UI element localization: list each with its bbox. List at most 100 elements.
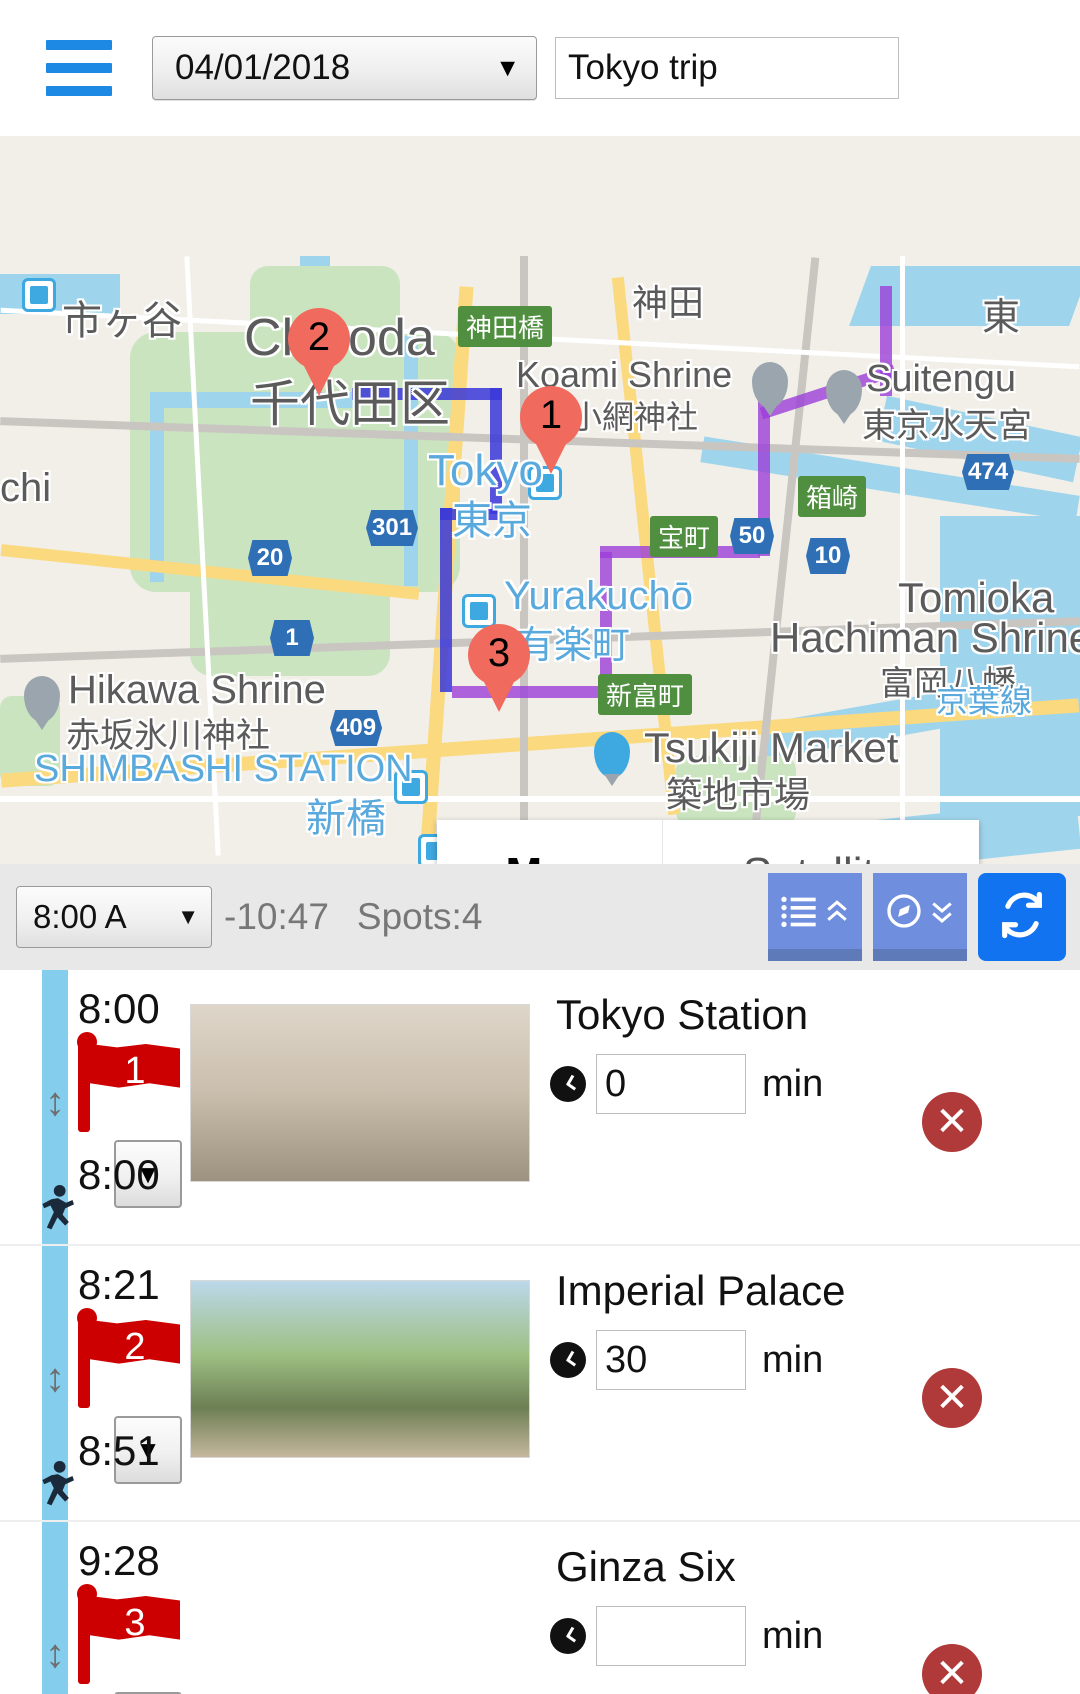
toolbar-buttons	[768, 873, 1066, 961]
row-time-column: 8:00 ↕ 1 8:00 ▼	[0, 970, 190, 1244]
clock-icon	[550, 1066, 586, 1103]
flag-pole	[78, 1316, 90, 1408]
departure-time: 8:51	[78, 1427, 160, 1474]
map-label: Hachiman Shrine	[770, 614, 1080, 661]
spot-photo[interactable]	[190, 1004, 530, 1182]
date-select-value: 04/01/2018	[175, 48, 351, 87]
row-info-column: Imperial Palace min ✕	[550, 1246, 1080, 1520]
end-time-label: -10:47	[224, 896, 329, 937]
stay-duration-group: min	[550, 1606, 1080, 1667]
spot-name: Ginza Six	[556, 1543, 736, 1590]
schedule-row: 8:00 ↕ 1 8:00 ▼ Tokyo Station 0 min ✕	[0, 970, 1080, 1246]
map-label: 市ヶ谷	[62, 299, 182, 343]
chevron-down-icon: ▼	[177, 904, 199, 929]
flag-number: 3	[124, 1602, 146, 1644]
arrival-time: 9:28	[78, 1537, 160, 1584]
chevron-down-icon: ▼	[495, 53, 520, 82]
route-shield: 301	[366, 510, 419, 546]
expand-spots-button[interactable]	[873, 873, 967, 961]
trip-title-input[interactable]	[555, 37, 899, 99]
arrival-time: 8:21	[78, 1261, 160, 1308]
stay-minutes-input[interactable]	[596, 1606, 746, 1667]
map-type-toggle[interactable]: Map Satellite	[437, 820, 979, 864]
spots-count-label: Spots:4	[356, 896, 483, 937]
map-label: Hikawa Shrine	[68, 668, 326, 712]
map-label: chi	[0, 466, 52, 510]
reorder-handle[interactable]: ↕	[34, 1350, 76, 1406]
flag-cloth: 3	[90, 1596, 180, 1644]
flag-number: 1	[124, 1050, 146, 1092]
close-icon: ✕	[935, 1376, 969, 1420]
reorder-handle[interactable]: ↕	[34, 1074, 76, 1130]
route-shield: 409	[330, 710, 383, 746]
map-label: 築地市場	[666, 774, 811, 815]
spot-flag-2: 2	[77, 1308, 186, 1408]
walk-icon	[34, 1182, 78, 1245]
map-label: 東	[982, 297, 1021, 339]
hamburger-icon[interactable]	[46, 40, 112, 96]
close-icon: ✕	[935, 1652, 969, 1694]
date-select[interactable]: 04/01/2018 ▼	[152, 36, 537, 100]
row-time-column: 9:28 ↕ 3 ▼	[0, 1522, 190, 1694]
station-icon	[462, 594, 496, 628]
map-marker-2[interactable]: 2	[288, 308, 350, 370]
map-label: 東京	[452, 499, 532, 543]
row-photo-column	[190, 1522, 550, 1694]
row-photo-column	[190, 1246, 550, 1520]
delete-spot-button[interactable]: ✕	[922, 1368, 982, 1428]
departure-time: 8:00	[78, 1151, 160, 1198]
minutes-label: min	[762, 1062, 824, 1105]
map-label: 小網神社	[570, 399, 699, 435]
route-shield: 1	[270, 620, 314, 656]
stay-minutes-input[interactable]	[596, 1330, 746, 1391]
refresh-button[interactable]	[978, 873, 1066, 961]
map-area-box: 宝町	[650, 516, 719, 557]
map-label: 有楽町	[516, 625, 631, 667]
schedule-list: 8:00 ↕ 1 8:00 ▼ Tokyo Station 0 min ✕ 8:…	[0, 970, 1080, 1694]
flag-cloth: 2	[90, 1320, 180, 1364]
map-marker-1[interactable]: 1	[520, 386, 582, 448]
app-header: 04/01/2018 ▼	[0, 0, 1080, 136]
map-area-box: 神田橋	[458, 306, 553, 347]
close-icon: ✕	[935, 1100, 969, 1144]
walk-icon	[34, 1458, 78, 1521]
start-time-value: 8:00 A	[33, 898, 127, 935]
map-area-box: 箱崎	[798, 476, 867, 517]
schedule-toolbar: 8:00 A ▼ -10:47 Spots:4	[0, 864, 1080, 970]
spot-name: Imperial Palace	[556, 1267, 846, 1314]
delete-spot-button[interactable]: ✕	[922, 1092, 982, 1152]
map-type-map[interactable]: Map	[437, 820, 663, 864]
spot-flag-3: 3	[77, 1584, 186, 1684]
refresh-icon	[996, 889, 1048, 946]
flag-pole	[78, 1040, 90, 1132]
map-view[interactable]: 市ヶ谷Chiyoda千代田区Koami Shrine小網神社Suitengu東京…	[0, 136, 1080, 864]
row-info-column: Ginza Six min ✕	[550, 1522, 1080, 1694]
reorder-handle[interactable]: ↕	[34, 1626, 76, 1682]
map-type-satellite[interactable]: Satellite	[663, 820, 979, 864]
route-shield: 50	[730, 518, 774, 554]
spot-flag-1: 1	[77, 1032, 186, 1132]
row-time-column: 8:21 ↕ 2 8:51 ▼	[0, 1246, 190, 1520]
map-label: 千代田区	[250, 376, 450, 432]
arrival-time: 8:00	[78, 985, 160, 1032]
stay-minutes-input[interactable]	[596, 1054, 746, 1115]
stay-duration-group: min	[550, 1330, 1080, 1391]
map-label: 新橋	[306, 797, 386, 841]
minutes-label: min	[762, 1338, 824, 1381]
stay-duration-group: min	[550, 1054, 1080, 1115]
station-icon	[22, 278, 56, 312]
flag-pole	[78, 1592, 90, 1684]
map-label: Suitengu	[866, 358, 1017, 400]
row-info-column: Tokyo Station min ✕	[550, 970, 1080, 1244]
map-area-box: 新富町	[598, 674, 693, 715]
map-label: SHIMBASHI STATION	[34, 748, 413, 790]
compass-expand-icon	[884, 891, 957, 931]
start-time-select[interactable]: 8:00 A ▼	[16, 886, 212, 948]
map-label: 神田	[632, 282, 705, 323]
route-shield: 474	[962, 454, 1015, 490]
clock-icon	[550, 1618, 586, 1655]
spot-photo[interactable]	[190, 1280, 530, 1458]
collapse-list-button[interactable]	[768, 873, 862, 961]
row-photo-column	[190, 970, 550, 1244]
map-marker-3[interactable]: 3	[468, 624, 530, 686]
